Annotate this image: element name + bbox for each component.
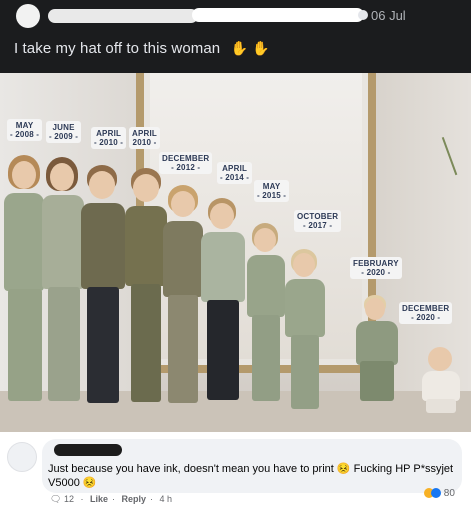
reaction-summary[interactable]: 80 — [424, 488, 455, 499]
date-label-1: MAY - 2008 - — [7, 119, 43, 141]
comment-timestamp[interactable]: 4 h — [160, 494, 173, 504]
child-3 — [78, 165, 128, 415]
date-label-7: MAY - 2015 - — [254, 180, 290, 202]
persevering-face-emoji-icon: 😣 — [336, 463, 351, 475]
like-reaction-icon — [431, 488, 441, 499]
date-label-2: JUNE - 2009 - — [46, 121, 82, 143]
comment-text: Just because you have ink, doesn't mean … — [48, 463, 454, 489]
date-label-3: APRIL - 2010 - — [91, 127, 127, 149]
child-6 — [198, 198, 248, 418]
reaction-count: 80 — [443, 488, 455, 499]
like-button[interactable]: Like — [90, 494, 108, 504]
post-timestamp[interactable]: 06 Jul — [371, 8, 406, 23]
date-label-6: APRIL - 2014 - — [217, 162, 253, 184]
post-caption-text: I take my hat off to this woman — [14, 40, 221, 57]
comment-section: Just because you have ink, doesn't mean … — [0, 432, 471, 506]
poster-avatar[interactable] — [16, 4, 40, 28]
child-9 — [352, 295, 404, 415]
child-8 — [282, 249, 328, 419]
comment-like-count: 🗨 12 · — [50, 494, 84, 504]
date-label-5: DECEMBER - 2012 - — [159, 152, 213, 174]
comment-actions: 🗨 12 · Like · Reply · 4 h — [50, 494, 173, 504]
date-label-8: OCTOBER - 2017 - — [294, 210, 342, 232]
woman-gesture-emoji-icon: ✋ ✋ — [230, 40, 270, 56]
poster-name-redacted-2 — [192, 8, 364, 22]
baby-10 — [418, 347, 464, 417]
poster-name-redacted[interactable] — [48, 9, 198, 23]
date-label-9: FEBRUARY - 2020 - — [350, 257, 402, 279]
post-caption: I take my hat off to this woman ✋ ✋ — [14, 40, 270, 57]
persevering-face-emoji-icon: 😣 — [82, 477, 97, 489]
post-header: 06 Jul I take my hat off to this woman ✋… — [0, 0, 471, 84]
globe-icon — [358, 10, 368, 20]
date-label-4: APRIL 2010 - — [129, 127, 160, 149]
commenter-name-redacted[interactable] — [54, 444, 122, 456]
comment-bubble: Just because you have ink, doesn't mean … — [42, 439, 462, 493]
date-label-10: DECEMBER - 2020 - — [399, 302, 453, 324]
commenter-avatar[interactable] — [7, 442, 37, 472]
reply-button[interactable]: Reply — [122, 494, 147, 504]
post-photo[interactable]: MAY - 2008 - JUNE - 2009 - APRIL - 2010 - A… — [0, 73, 471, 432]
